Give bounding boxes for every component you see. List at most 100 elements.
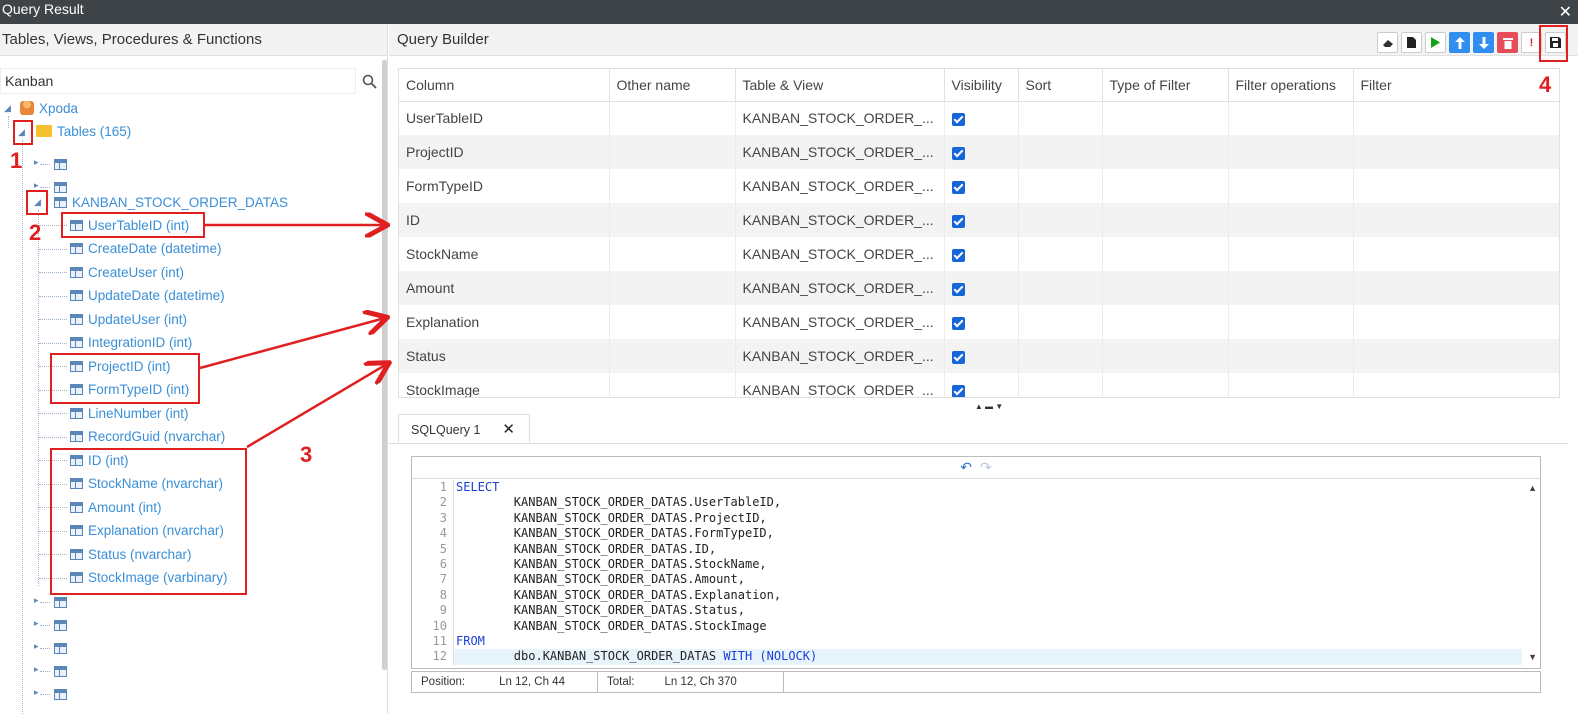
cell-visibility[interactable]: [944, 237, 1019, 271]
grid-row[interactable]: ID KANBAN_STOCK_ORDER_...: [399, 203, 1559, 237]
cell-sort[interactable]: [1018, 237, 1103, 271]
cell-filter-operations[interactable]: [1228, 135, 1354, 169]
cell-sort[interactable]: [1018, 135, 1103, 169]
grid-header-cell[interactable]: Filter: [1353, 69, 1559, 102]
tree-table-collapsed[interactable]: [54, 154, 67, 174]
sql-editor[interactable]: ↶ ↷ 1 SELECT 2 KANBAN_STOCK_ORDER_DATAS.Us…: [411, 456, 1541, 669]
cell-filter-operations[interactable]: [1228, 101, 1354, 135]
cell-visibility[interactable]: [944, 101, 1019, 135]
cell-table[interactable]: KANBAN_STOCK_ORDER_...: [735, 305, 945, 339]
cell-sort[interactable]: [1018, 339, 1103, 373]
tree-table-collapsed[interactable]: [54, 684, 67, 704]
cell-visibility[interactable]: [944, 305, 1019, 339]
cell-filter-type[interactable]: [1102, 271, 1229, 305]
cell-other-name[interactable]: [609, 339, 736, 373]
cell-other-name[interactable]: [609, 203, 736, 237]
cell-table[interactable]: KANBAN_STOCK_ORDER_...: [735, 271, 945, 305]
collapse-root-icon[interactable]: ◢: [4, 104, 12, 113]
cell-other-name[interactable]: [609, 373, 736, 397]
tree-root[interactable]: Xpoda: [20, 98, 78, 118]
visibility-checkbox[interactable]: [951, 316, 965, 330]
cell-visibility[interactable]: [944, 339, 1019, 373]
cell-filter[interactable]: [1353, 373, 1559, 397]
cell-filter-type[interactable]: [1102, 169, 1229, 203]
cell-filter-type[interactable]: [1102, 339, 1229, 373]
cell-filter-type[interactable]: [1102, 373, 1229, 397]
grid-row[interactable]: StockImage KANBAN_STOCK_ORDER_...: [399, 373, 1559, 397]
cell-other-name[interactable]: [609, 135, 736, 169]
visibility-checkbox[interactable]: [951, 214, 965, 228]
grid-header-cell[interactable]: Table & View: [735, 69, 945, 102]
visibility-checkbox[interactable]: [951, 384, 965, 397]
cell-filter-operations[interactable]: [1228, 169, 1354, 203]
grid-header-cell[interactable]: Type of Filter: [1102, 69, 1229, 102]
tree-column[interactable]: CreateUser (int): [70, 262, 184, 282]
redo-icon[interactable]: ↷: [980, 459, 992, 476]
cell-sort[interactable]: [1018, 101, 1103, 135]
cell-other-name[interactable]: [609, 271, 736, 305]
cell-visibility[interactable]: [944, 203, 1019, 237]
cell-filter-type[interactable]: [1102, 203, 1229, 237]
cell-table[interactable]: KANBAN_STOCK_ORDER_...: [735, 373, 945, 397]
cell-visibility[interactable]: [944, 169, 1019, 203]
search-field[interactable]: [0, 68, 356, 94]
search-input[interactable]: [1, 69, 355, 93]
delete-icon[interactable]: [1497, 32, 1518, 53]
move-up-icon[interactable]: [1449, 32, 1470, 53]
grid-row[interactable]: Status KANBAN_STOCK_ORDER_...: [399, 339, 1559, 373]
eraser-icon[interactable]: [1377, 32, 1398, 53]
cell-filter[interactable]: [1353, 169, 1559, 203]
close-icon[interactable]: ✕: [1559, 2, 1572, 22]
cell-filter-type[interactable]: [1102, 237, 1229, 271]
panel-splitter[interactable]: ▲ ▬ ▼: [959, 402, 1019, 412]
cell-sort[interactable]: [1018, 271, 1103, 305]
move-down-icon[interactable]: [1473, 32, 1494, 53]
cell-sort[interactable]: [1018, 169, 1103, 203]
cell-column[interactable]: Explanation: [399, 305, 610, 339]
sql-code[interactable]: 1 SELECT 2 KANBAN_STOCK_ORDER_DATAS.UserTa…: [412, 480, 1522, 665]
visibility-checkbox[interactable]: [951, 282, 965, 296]
cell-column[interactable]: ProjectID: [399, 135, 610, 169]
grid-row[interactable]: StockName KANBAN_STOCK_ORDER_...: [399, 237, 1559, 271]
cell-filter[interactable]: [1353, 305, 1559, 339]
grid-row[interactable]: ProjectID KANBAN_STOCK_ORDER_...: [399, 135, 1559, 169]
cell-visibility[interactable]: [944, 373, 1019, 397]
undo-icon[interactable]: ↶: [960, 459, 972, 476]
tree-table-kanban[interactable]: KANBAN_STOCK_ORDER_DATAS: [54, 192, 288, 212]
grid-row[interactable]: UserTableID KANBAN_STOCK_ORDER_...: [399, 101, 1559, 135]
cell-visibility[interactable]: [944, 271, 1019, 305]
cell-filter[interactable]: [1353, 237, 1559, 271]
tree-column[interactable]: CreateDate (datetime): [70, 239, 222, 259]
cell-other-name[interactable]: [609, 237, 736, 271]
visibility-checkbox[interactable]: [951, 113, 965, 127]
visibility-checkbox[interactable]: [951, 146, 965, 160]
cell-filter[interactable]: [1353, 203, 1559, 237]
cell-other-name[interactable]: [609, 101, 736, 135]
cell-table[interactable]: KANBAN_STOCK_ORDER_...: [735, 169, 945, 203]
tree-tables-folder[interactable]: Tables (165): [36, 121, 131, 141]
cell-table[interactable]: KANBAN_STOCK_ORDER_...: [735, 135, 945, 169]
cell-visibility[interactable]: [944, 135, 1019, 169]
cell-filter-type[interactable]: [1102, 101, 1229, 135]
cell-table[interactable]: KANBAN_STOCK_ORDER_...: [735, 101, 945, 135]
cell-sort[interactable]: [1018, 305, 1103, 339]
cell-table[interactable]: KANBAN_STOCK_ORDER_...: [735, 203, 945, 237]
tree-column[interactable]: IntegrationID (int): [70, 333, 192, 353]
cell-filter-operations[interactable]: [1228, 305, 1354, 339]
cell-filter-operations[interactable]: [1228, 271, 1354, 305]
close-tab-icon[interactable]: ✕: [502, 420, 515, 438]
scroll-down-icon[interactable]: ▼: [1528, 652, 1537, 662]
cell-filter-operations[interactable]: [1228, 373, 1354, 397]
new-document-icon[interactable]: [1401, 32, 1422, 53]
tree-scrollbar[interactable]: [382, 60, 387, 670]
tab-sqlquery-1[interactable]: SQLQuery 1 ✕: [398, 414, 530, 444]
grid-header-cell[interactable]: Visibility: [944, 69, 1019, 102]
cell-sort[interactable]: [1018, 203, 1103, 237]
cell-column[interactable]: ID: [399, 203, 610, 237]
cell-column[interactable]: StockName: [399, 237, 610, 271]
visibility-checkbox[interactable]: [951, 350, 965, 364]
tree-column[interactable]: RecordGuid (nvarchar): [70, 427, 225, 447]
cell-filter-operations[interactable]: [1228, 237, 1354, 271]
tree-table-collapsed[interactable]: [54, 615, 67, 635]
cell-filter[interactable]: [1353, 101, 1559, 135]
